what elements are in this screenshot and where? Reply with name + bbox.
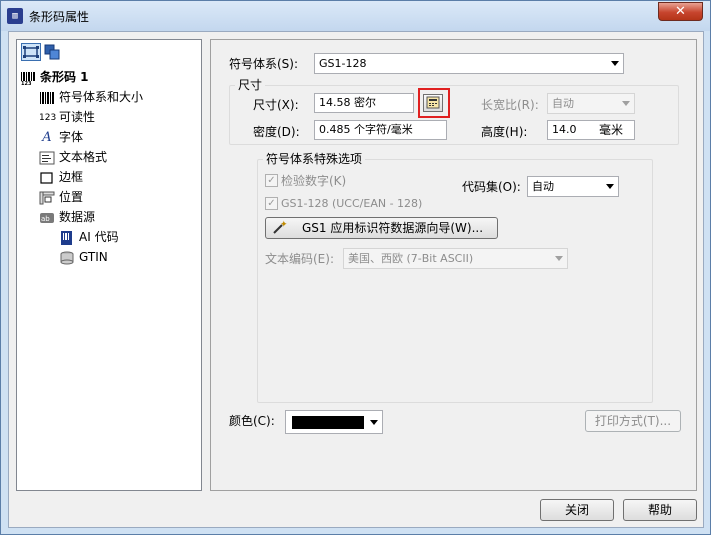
object-view-icon [23,46,39,58]
window-title: 条形码属性 [29,10,90,24]
properties-panel: 符号体系(S): GS1-128 尺寸 尺寸(X): 14.58 密尔 长宽比(… [210,39,697,491]
gs1-wizard-button[interactable]: ✦ GS1 应用标识符数据源向导(W)... [265,217,498,239]
tree-item-gtin-label: GTIN [79,250,108,264]
tree-item-datasource[interactable]: ab 数据源 [39,208,95,226]
aspect-ratio-dropdown[interactable]: 自动 [547,93,635,114]
help-button[interactable]: 帮助 [623,499,697,521]
tree-item-ai-code-label: AI 代码 [79,230,119,244]
print-method-button[interactable]: 打印方式(T)... [585,410,681,432]
size-group-title: 尺寸 [235,78,266,92]
svg-text:ab: ab [41,215,50,223]
height-value: 14.0 [552,123,577,136]
tree-item-barcode[interactable]: 123 条形码 1 [20,68,89,87]
tree-item-font[interactable]: A 字体 [39,128,83,146]
tree-item-position-label: 位置 [59,190,84,204]
symbology-dropdown[interactable]: GS1-128 [314,53,624,74]
color-swatch [292,416,364,429]
dialog-window: ▥ 条形码属性 ✕ 123 条形码 1 符号体系和大小 123 可读性 A 字体… [0,0,711,535]
height-label: 高度(H): [481,125,528,139]
property-tree-panel: 123 条形码 1 符号体系和大小 123 可读性 A 字体 文本格式 边框 位置 a… [16,39,202,491]
tree-item-datasource-label: 数据源 [59,210,96,224]
tree-item-border-label: 边框 [59,170,84,184]
chevron-down-icon [606,184,614,189]
tree-item-symbology[interactable]: 符号体系和大小 [39,88,144,106]
text-encoding-value: 美国、西欧 (7-Bit ASCII) [348,252,474,265]
tree-item-symbology-label: 符号体系和大小 [59,90,144,104]
tree-item-gtin[interactable]: GTIN [59,248,108,266]
chevron-down-icon [611,61,619,66]
barcode-icon: 123 [20,71,36,87]
font-icon: A [42,129,52,145]
layers-view-button[interactable] [43,43,63,61]
title-bar: ▥ 条形码属性 ✕ [1,1,710,31]
border-icon [39,171,55,185]
codeset-dropdown[interactable]: 自动 [527,176,619,197]
text-format-icon [39,151,55,165]
ai-code-icon [59,230,75,245]
check-digit-label: 检验数字(K) [281,174,347,188]
color-label: 颜色(C): [229,414,275,428]
symbology-label: 符号体系(S): [229,57,299,71]
text-encoding-dropdown[interactable]: 美国、西欧 (7-Bit ASCII) [343,248,568,269]
object-view-button[interactable] [21,43,41,61]
aspect-ratio-value: 自动 [552,97,574,110]
app-barcode-icon: ▥ [7,8,23,24]
height-unit: 毫米 [599,123,624,137]
chevron-down-icon [370,420,378,425]
chevron-down-icon [622,101,630,106]
layers-icon [44,44,60,60]
size-input[interactable]: 14.58 密尔 [314,93,414,113]
position-icon [39,191,55,205]
size-label: 尺寸(X): [253,98,299,112]
tree-item-text-format-label: 文本格式 [59,150,108,164]
highlight-annotation [418,88,450,118]
gs1-128-label: GS1-128 (UCC/EAN - 128) [281,197,423,210]
magic-wand-icon: ✦ [271,220,288,242]
density-label: 密度(D): [253,125,300,139]
color-picker-dropdown[interactable] [285,410,383,434]
readable-123-icon: 123 [39,112,57,123]
gs1-wizard-label: GS1 应用标识符数据源向导(W)... [302,221,484,235]
view-toolbar [17,40,201,64]
density-input[interactable]: 0.485 个字符/毫米 [314,120,447,140]
datasource-icon: ab [39,211,55,225]
close-button[interactable]: 关闭 [540,499,614,521]
dialog-client-area: 123 条形码 1 符号体系和大小 123 可读性 A 字体 文本格式 边框 位置 a… [8,31,704,528]
tree-item-border[interactable]: 边框 [39,168,83,186]
tree-item-readability[interactable]: 123 可读性 [39,108,95,126]
tree-item-barcode-label: 条形码 1 [40,70,89,84]
tree-item-font-label: 字体 [59,130,84,144]
codeset-value: 自动 [532,180,554,193]
height-input[interactable]: 14.0 毫米 [547,120,635,140]
svg-text:✦: ✦ [280,220,287,230]
tree-item-position[interactable]: 位置 [39,188,83,206]
tree-item-readability-label: 可读性 [59,110,96,124]
close-window-button[interactable]: ✕ [658,2,703,21]
symbology-value: GS1-128 [319,57,367,70]
svg-text:123: 123 [21,81,32,85]
aspect-ratio-label: 长宽比(R): [481,98,539,112]
tree-item-text-format[interactable]: 文本格式 [39,148,107,166]
chevron-down-icon [555,256,563,261]
barcode-bars-icon [39,91,55,105]
codeset-label: 代码集(O): [462,180,521,194]
database-icon [59,251,75,265]
symbology-options-title: 符号体系特殊选项 [263,152,366,166]
gs1-128-checkbox[interactable]: ✓ [265,197,278,210]
text-encoding-label: 文本编码(E): [265,252,334,266]
check-digit-checkbox[interactable]: ✓ [265,174,278,187]
tree-item-ai-code[interactable]: AI 代码 [59,228,119,246]
